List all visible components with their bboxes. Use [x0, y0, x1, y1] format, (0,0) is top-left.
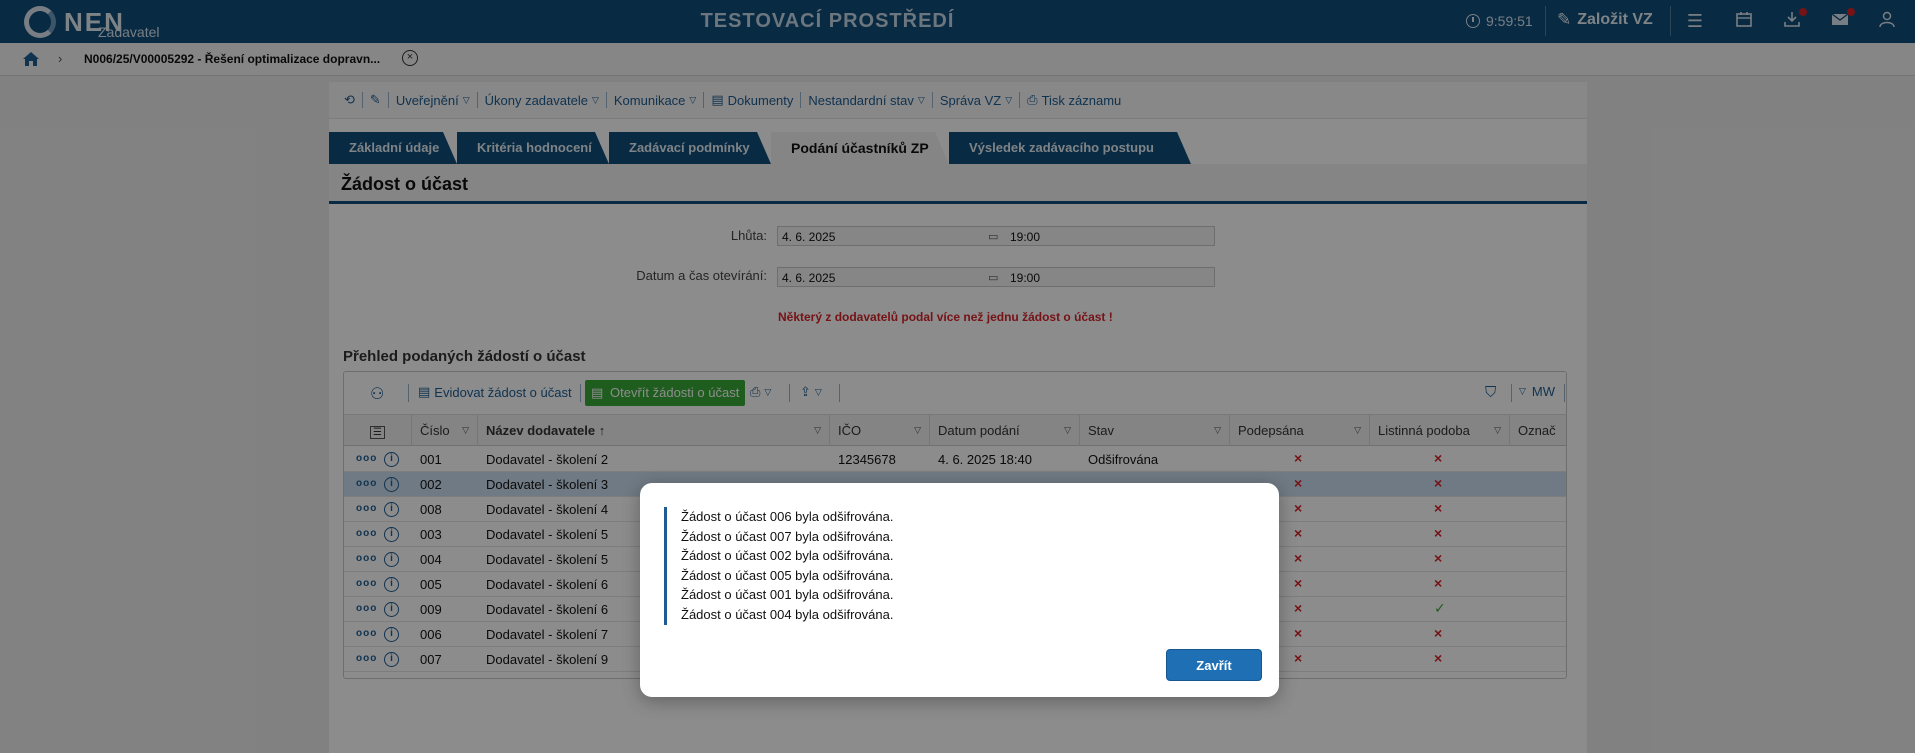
decryption-result-dialog: Žádost o účast 006 byla odšifrována. Žád…: [640, 483, 1279, 697]
close-dialog-button[interactable]: Zavřít: [1166, 649, 1262, 681]
message-list: Žádost o účast 006 byla odšifrována. Žád…: [664, 507, 893, 625]
message-item: Žádost o účast 006 byla odšifrována.: [681, 509, 894, 524]
message-item: Žádost o účast 005 byla odšifrována.: [681, 567, 894, 583]
message-item: Žádost o účast 002 byla odšifrována.: [681, 548, 894, 564]
message-item: Žádost o účast 001 byla odšifrována.: [681, 587, 894, 603]
message-item: Žádost o účast 004 byla odšifrována.: [681, 606, 894, 622]
message-item: Žádost o účast 007 byla odšifrována.: [681, 528, 894, 544]
